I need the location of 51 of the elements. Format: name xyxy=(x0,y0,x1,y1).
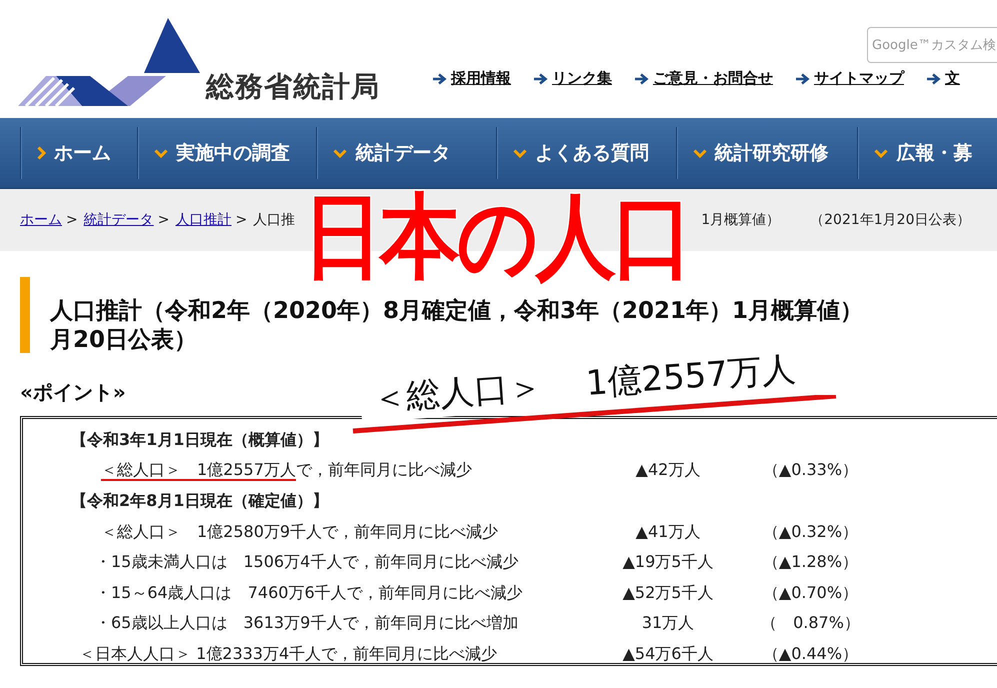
rate-value: （▲0.33%） xyxy=(762,460,860,482)
nav-item[interactable]: 実施中の調査 xyxy=(136,127,316,179)
rate-value: （▲0.32%） xyxy=(762,522,860,543)
change-value: ▲19万5千人 xyxy=(622,552,714,574)
rate-value: （ 0.87%） xyxy=(760,613,861,634)
nav-item[interactable]: 統計データ xyxy=(316,127,496,179)
summary-text: ・15～64歳人口は 7460万6千人で，前年同月に比べ減少 xyxy=(94,582,524,604)
change-value: ▲52万5千人 xyxy=(622,582,714,604)
arrow-icon xyxy=(926,72,941,84)
change-value: 31万人 xyxy=(640,613,696,634)
section-heading: «ポイント» xyxy=(20,379,126,406)
chevron-down-icon xyxy=(513,148,528,158)
arrow-icon xyxy=(795,72,810,84)
change-value: ▲41万人 xyxy=(634,522,702,543)
breadcrumb-separator: > xyxy=(66,212,78,228)
nav-item[interactable]: 統計研究研修 xyxy=(676,127,858,179)
nav-item[interactable]: 広報・募 xyxy=(857,127,997,179)
breadcrumb-link[interactable]: 人口推計 xyxy=(175,211,232,229)
summary-text: ・65歳以上人口は 3613万9千人で，前年同月に比べ増加 xyxy=(94,613,520,634)
arrow-icon xyxy=(634,72,649,84)
logo-text: 総務省統計局 xyxy=(206,69,380,105)
section-heading: 【令和3年1月1日現在（概算値）】 xyxy=(70,430,330,451)
rate-value: （▲0.70%） xyxy=(762,582,860,604)
breadcrumb-separator: > xyxy=(158,212,170,228)
breadcrumb-separator: > xyxy=(235,212,248,228)
chevron-right-icon xyxy=(37,146,46,160)
rate-value: （▲1.28%） xyxy=(762,552,860,574)
rate-value: （▲0.44%） xyxy=(762,644,860,665)
summary-text: ＜総人口＞ 1億2557万人で，前年同月に比べ減少 xyxy=(100,460,473,482)
summary-text: ＜総人口＞ 1億2580万9千人で，前年同月に比べ減少 xyxy=(100,522,500,543)
publish-date: （2021年1月20日公表） xyxy=(810,211,970,229)
breadcrumb-text: 1月概算値） xyxy=(701,211,780,229)
summary-text: ＜日本人人口＞ 1億2333万4千人で，前年同月に比べ減少 xyxy=(78,644,498,665)
nav-item[interactable]: よくある質問 xyxy=(496,127,676,179)
breadcrumb-text: 人口推 xyxy=(253,211,296,229)
change-value: ▲42万人 xyxy=(634,460,702,482)
section-heading: 【令和2年8月1日現在（確定値）】 xyxy=(70,490,330,512)
arrow-icon xyxy=(533,72,548,84)
change-value: ▲54万6千人 xyxy=(622,644,714,665)
chevron-down-icon xyxy=(874,148,888,158)
search-field[interactable]: Google™カスタム検 xyxy=(867,27,997,63)
chevron-down-icon xyxy=(154,148,168,158)
overlay-title: 日本の人口 xyxy=(303,191,690,283)
breadcrumb-link[interactable]: 統計データ xyxy=(84,211,154,229)
nav-item[interactable]: ホーム xyxy=(20,127,137,179)
annotation-label: ＜総人口＞ xyxy=(370,366,544,421)
arrow-icon xyxy=(432,72,447,84)
chevron-down-icon xyxy=(333,148,348,158)
summary-text: ・15歳未満人口は 1506万4千人で，前年同月に比べ減少 xyxy=(94,552,520,574)
breadcrumb-link[interactable]: ホーム xyxy=(20,211,62,229)
chevron-down-icon xyxy=(692,148,707,158)
